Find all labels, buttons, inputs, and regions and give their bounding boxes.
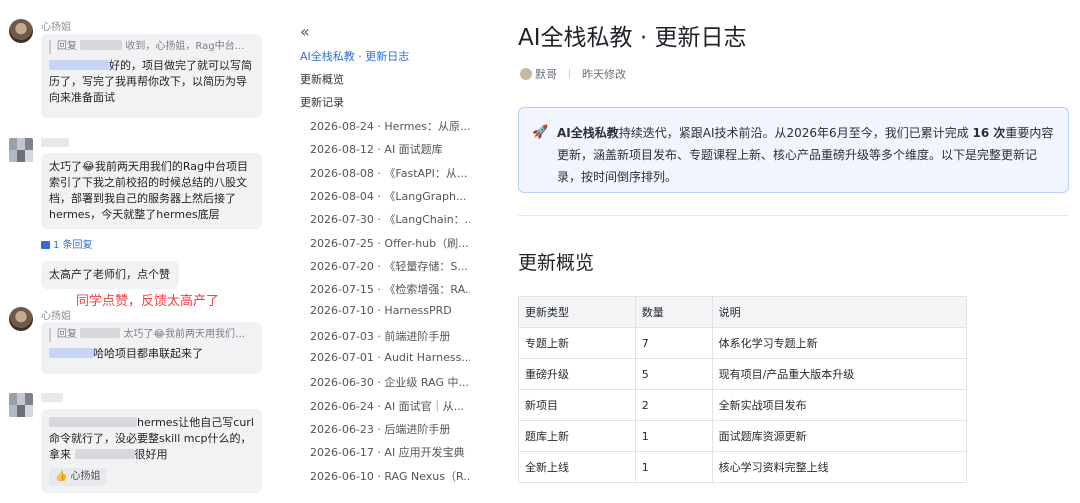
toc-item-records[interactable]: 更新记录 bbox=[300, 94, 344, 110]
avatar[interactable] bbox=[9, 138, 33, 162]
comment-icon bbox=[41, 241, 50, 249]
toc-record-item[interactable]: 2026-06-30 · 企业级 RAG 中... bbox=[310, 374, 470, 390]
toc-record-item[interactable]: 2026-08-24 · Hermes：从原... bbox=[310, 118, 470, 134]
table-header-row: 更新类型 数量 说明 bbox=[518, 296, 968, 328]
toc-record-item[interactable]: 2026-06-10 · RAG Nexus（R... bbox=[310, 468, 470, 484]
thumbs-up-icon: 👍 bbox=[55, 471, 68, 482]
table-cell: 体系化学习专题上新 bbox=[711, 327, 968, 359]
toc-record-item[interactable]: 2026-06-23 · 后端进阶手册 bbox=[310, 421, 470, 437]
message-bubble: hermes让他自己写curl 命令就行了，没必要整skill mcp什么的， … bbox=[41, 409, 262, 493]
table-cell: 5 bbox=[634, 358, 713, 390]
message-text: hermes让他自己写curl bbox=[49, 415, 254, 431]
divider bbox=[518, 215, 1069, 216]
table-of-contents: « AI全栈私教 · 更新日志 更新概览 更新记录 2026-08-24 · H… bbox=[290, 0, 490, 503]
modified-time: 昨天修改 bbox=[582, 68, 626, 81]
toc-record-item[interactable]: 2026-08-08 · 《FastAPI：从... bbox=[310, 165, 470, 181]
redacted-mention bbox=[49, 348, 93, 358]
message-bubble: 回复 太巧了😂我前两天用我们的Rag... 哈哈项目都串联起来了 bbox=[41, 322, 262, 374]
table-cell: 重磅升级 bbox=[518, 358, 636, 390]
column-header: 数量 bbox=[634, 296, 713, 328]
annotation-text: 同学点赞，反馈太高产了 bbox=[76, 294, 220, 309]
thread-reply-link[interactable]: 1 条回复 bbox=[41, 236, 93, 251]
message-bubble: 太巧了😂我前两天用我们的Rag中台项目索引了下我之前校招的时候总结的八股文档，部… bbox=[41, 153, 262, 229]
callout-box: 🚀 AI全栈私教持续迭代，紧跟AI技术前沿。从2026年6月至今，我们已累计完成… bbox=[518, 107, 1069, 193]
avatar[interactable] bbox=[9, 393, 33, 417]
rocket-icon: 🚀 bbox=[532, 125, 549, 140]
column-header: 更新类型 bbox=[518, 296, 636, 328]
author-name[interactable]: 默哥 bbox=[535, 68, 557, 81]
toc-record-item[interactable]: 2026-06-17 · AI 应用开发宝典 bbox=[310, 444, 470, 460]
toc-record-item[interactable]: 2026-08-12 · AI 面试题库 bbox=[310, 141, 470, 157]
table-row: 重磅升级 5 现有项目/产品重大版本升级 bbox=[518, 358, 968, 390]
message-text: 太高产了老师们，点个赞 bbox=[49, 268, 170, 281]
table-row: 全新上线 1 核心学习资料完整上线 bbox=[518, 451, 968, 483]
table-cell: 7 bbox=[634, 327, 713, 359]
author-avatar-icon bbox=[520, 68, 532, 80]
table-cell: 题库上新 bbox=[518, 420, 636, 452]
table-row: 新项目 2 全新实战项目发布 bbox=[518, 389, 968, 421]
table-cell: 专题上新 bbox=[518, 327, 636, 359]
summary-table: 更新类型 数量 说明 专题上新 7 体系化学习专题上新 重磅升级 5 现有项目/… bbox=[518, 296, 968, 483]
column-header: 说明 bbox=[711, 296, 968, 328]
toc-item-overview[interactable]: 更新概览 bbox=[300, 71, 344, 87]
table-cell: 核心学习资料完整上线 bbox=[711, 451, 968, 483]
message-text: 太巧了😂我前两天用我们的Rag中台项目索引了下我之前校招的时候总结的八股文档，部… bbox=[49, 160, 248, 221]
avatar[interactable] bbox=[9, 19, 33, 43]
quoted-reply[interactable]: 回复 收到，心扬姐，Rag中台的项目做... bbox=[49, 40, 254, 54]
toc-record-item[interactable]: 2026-07-03 · 前端进阶手册 bbox=[310, 328, 470, 344]
toc-record-item[interactable]: 2026-07-10 · HarnessPRD bbox=[310, 304, 470, 317]
redacted-mention bbox=[49, 60, 109, 70]
document: AI全栈私教 · 更新日志 默哥 昨天修改 🚀 AI全栈私教持续迭代，紧跟AI技术… bbox=[518, 0, 1070, 503]
sender-name: 心扬姐 bbox=[41, 22, 71, 33]
toc-record-item[interactable]: 2026-07-01 · Audit Harness... bbox=[310, 351, 470, 364]
table-row: 题库上新 1 面试题库资源更新 bbox=[518, 420, 968, 452]
callout-text: 持续迭代，紧跟AI技术前沿。从2026年6月至今，我们已累计完成 bbox=[618, 126, 973, 140]
toc-record-item[interactable]: 2026-07-15 · 《检索增强：RA... bbox=[310, 281, 470, 297]
callout-strong: AI全栈私教 bbox=[557, 126, 619, 140]
table-cell: 现有项目/产品重大版本升级 bbox=[711, 358, 968, 390]
message-bubble: 回复 收到，心扬姐，Rag中台的项目做... 好的，项目做完了就可以写简历了，写… bbox=[41, 34, 262, 118]
section-heading: 更新概览 bbox=[518, 252, 595, 274]
message-bubble: 太高产了老师们，点个赞 bbox=[41, 261, 179, 289]
toc-record-item[interactable]: 2026-07-30 · 《LangChain：... bbox=[310, 211, 470, 227]
sender-name: 心扬姐 bbox=[41, 311, 71, 322]
doc-meta: 默哥 昨天修改 bbox=[520, 66, 626, 82]
table-cell: 全新实战项目发布 bbox=[711, 389, 968, 421]
toc-item-title[interactable]: AI全栈私教 · 更新日志 bbox=[300, 48, 409, 64]
message-text: 拿来 很好用 bbox=[49, 448, 168, 461]
sender-name-redacted bbox=[41, 393, 63, 402]
table-cell: 全新上线 bbox=[518, 451, 636, 483]
table-cell: 1 bbox=[634, 420, 713, 452]
meta-divider bbox=[569, 69, 570, 79]
avatar[interactable] bbox=[9, 307, 33, 331]
toc-record-item[interactable]: 2026-08-04 · 《LangGraph... bbox=[310, 188, 470, 204]
table-cell: 新项目 bbox=[518, 389, 636, 421]
page-title: AI全栈私教 · 更新日志 bbox=[518, 25, 747, 51]
message-text: 哈哈项目都串联起来了 bbox=[93, 347, 203, 360]
reaction-tag[interactable]: 👍 心扬姐 bbox=[49, 468, 107, 486]
quoted-reply[interactable]: 回复 太巧了😂我前两天用我们的Rag... bbox=[49, 328, 254, 342]
table-cell: 面试题库资源更新 bbox=[711, 420, 968, 452]
toc-record-item[interactable]: 2026-07-20 · 《轻量存储：S... bbox=[310, 258, 470, 274]
collapse-toc-icon[interactable]: « bbox=[300, 24, 310, 40]
toc-record-item[interactable]: 2026-07-25 · Offer-hub（刷... bbox=[310, 235, 470, 251]
table-cell: 2 bbox=[634, 389, 713, 421]
message-text: 命令就行了，没必要整skill mcp什么的， bbox=[49, 432, 252, 445]
table-row: 专题上新 7 体系化学习专题上新 bbox=[518, 327, 968, 359]
chat-panel: 心扬姐 回复 收到，心扬姐，Rag中台的项目做... 好的，项目做完了就可以写简… bbox=[0, 0, 272, 503]
table-cell: 1 bbox=[634, 451, 713, 483]
sender-name-redacted bbox=[41, 138, 69, 147]
toc-record-item[interactable]: 2026-06-24 · AI 面试官｜从... bbox=[310, 398, 470, 414]
callout-count: 16 次 bbox=[972, 126, 1006, 140]
